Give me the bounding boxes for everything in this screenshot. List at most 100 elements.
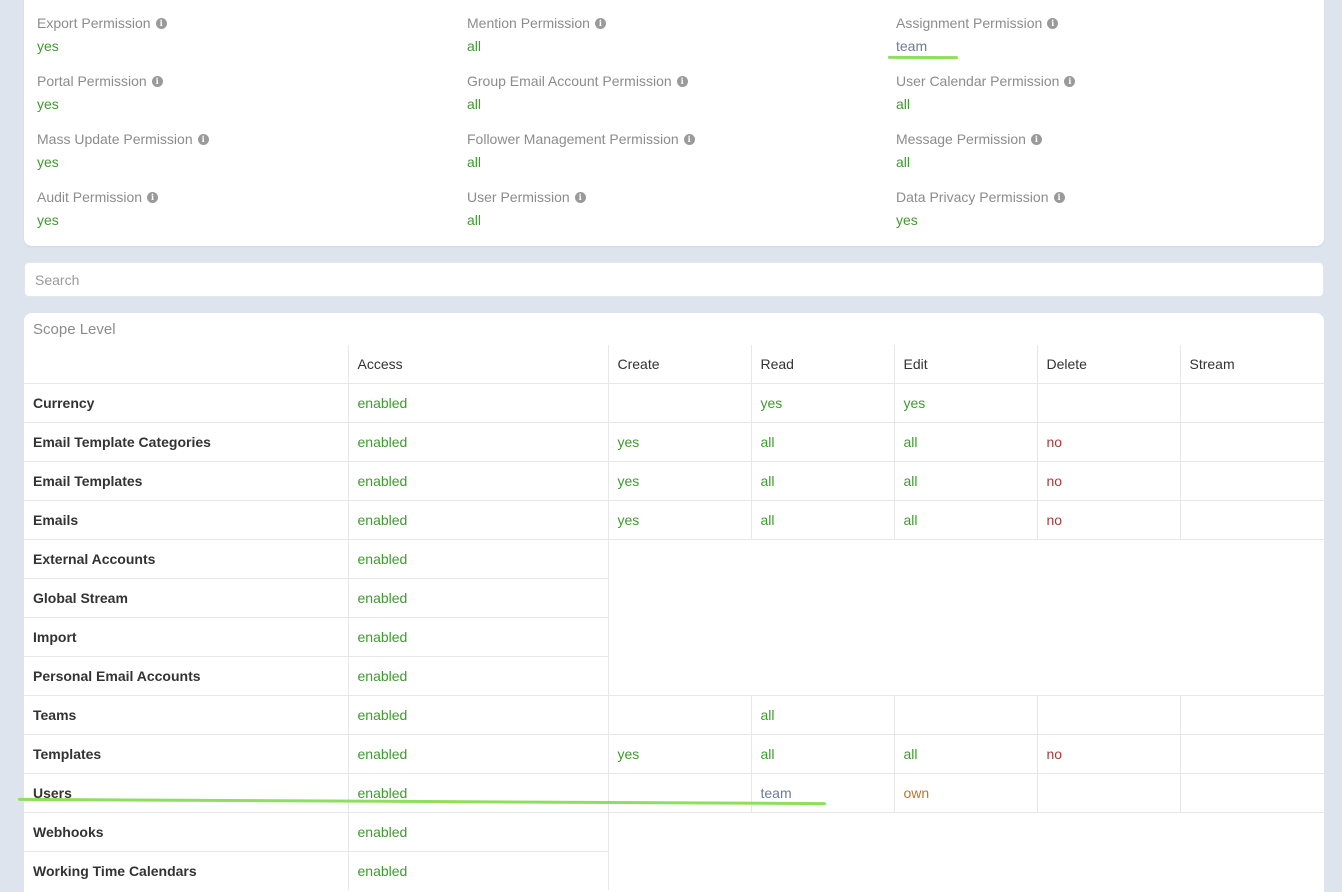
table-row: Teams enabled all (24, 694, 1324, 734)
delete-value (1036, 772, 1180, 812)
scope-name: Currency (24, 382, 348, 422)
stream-value (1179, 733, 1324, 773)
header-name (24, 345, 348, 384)
permission-label: Follower Management Permission i (467, 130, 695, 148)
permission-value: all (467, 96, 482, 112)
permission-value: all (467, 212, 482, 228)
table-row: Templates enabled yes all all no (24, 733, 1324, 773)
scope-level-title: Scope Level (33, 321, 116, 338)
create-value (607, 772, 751, 812)
permission-field: Export Permission i yes (37, 14, 167, 56)
access-value: enabled (347, 850, 608, 890)
scope-name: Working Time Calendars (24, 850, 348, 890)
permission-label-text: User Permission (467, 189, 570, 205)
search-input[interactable] (25, 263, 1323, 296)
info-icon[interactable]: i (151, 75, 163, 87)
info-icon[interactable]: i (1053, 191, 1065, 203)
scope-name: Teams (24, 694, 348, 734)
access-value: enabled (347, 421, 608, 461)
access-value: enabled (347, 772, 608, 812)
info-icon[interactable]: i (1030, 133, 1042, 145)
read-value: all (750, 460, 894, 500)
info-icon[interactable]: i (155, 17, 167, 29)
create-value (607, 694, 751, 734)
empty-permissions-area (607, 538, 1324, 695)
permission-value: yes (37, 96, 59, 112)
permission-field: Mention Permission i all (467, 14, 606, 56)
read-value: all (750, 499, 894, 539)
search-field[interactable] (24, 262, 1324, 297)
permission-field: Assignment Permission i team (896, 14, 1059, 56)
table-row: External Accounts enabled (24, 538, 1324, 695)
create-value: yes (607, 499, 751, 539)
stream-value (1179, 382, 1324, 422)
permission-field: User Permission i all (467, 188, 586, 230)
permission-label-text: Group Email Account Permission (467, 73, 672, 89)
permission-field: Data Privacy Permission i yes (896, 188, 1065, 230)
table-row: Users enabled team own (24, 772, 1324, 812)
scope-name: Users (24, 772, 348, 812)
info-icon[interactable]: i (147, 191, 159, 203)
permission-label-text: Audit Permission (37, 189, 143, 205)
info-icon[interactable]: i (197, 133, 209, 145)
permission-value: all (896, 96, 911, 112)
edit-value: all (893, 733, 1037, 773)
permission-value: all (896, 154, 911, 170)
permission-label-text: Data Privacy Permission (896, 189, 1049, 205)
permission-label-text: Follower Management Permission (467, 131, 679, 147)
permission-field: Follower Management Permission i all (467, 130, 695, 172)
scope-name: Import (24, 616, 348, 656)
delete-value (1036, 382, 1180, 422)
stream-value (1179, 694, 1324, 734)
scope-name: Personal Email Accounts (24, 655, 348, 695)
info-icon[interactable]: i (594, 17, 606, 29)
permission-label-text: Portal Permission (37, 73, 147, 89)
permission-field: User Calendar Permission i all (896, 72, 1076, 114)
table-row: Email Templates enabled yes all all no (24, 460, 1324, 500)
permission-label-text: Mass Update Permission (37, 131, 193, 147)
scope-table: Access Create Read Edit Delete Stream Cu… (24, 345, 1324, 890)
scope-name: Email Templates (24, 460, 348, 500)
access-value: enabled (347, 577, 608, 617)
info-icon[interactable]: i (1064, 75, 1076, 87)
scope-name: Webhooks (24, 811, 348, 851)
permission-label: Mass Update Permission i (37, 130, 209, 148)
scope-name: Email Template Categories (24, 421, 348, 461)
delete-value: no (1036, 460, 1180, 500)
access-value: enabled (347, 811, 608, 851)
highlight-underline-assignment (887, 55, 959, 60)
info-icon[interactable]: i (683, 133, 695, 145)
permission-label: Message Permission i (896, 130, 1042, 148)
permission-field: Audit Permission i yes (37, 188, 159, 230)
scope-name: External Accounts (24, 538, 348, 578)
permission-field: Group Email Account Permission i all (467, 72, 688, 114)
edit-value: own (893, 772, 1037, 812)
info-icon[interactable]: i (574, 191, 586, 203)
stream-value (1179, 772, 1324, 812)
access-value: enabled (347, 616, 608, 656)
create-value: yes (607, 421, 751, 461)
permission-label: Assignment Permission i (896, 14, 1059, 32)
header-read: Read (750, 345, 894, 384)
edit-value (893, 694, 1037, 734)
permission-value: team (896, 38, 928, 54)
permission-value: yes (37, 154, 59, 170)
header-create: Create (607, 345, 751, 384)
permission-label: Portal Permission i (37, 72, 163, 90)
create-value: yes (607, 733, 751, 773)
stream-value (1179, 460, 1324, 500)
table-row: Webhooks enabled (24, 811, 1324, 890)
info-icon[interactable]: i (676, 75, 688, 87)
permission-label: Data Privacy Permission i (896, 188, 1065, 206)
permission-label-text: User Calendar Permission (896, 73, 1060, 89)
read-value: team (750, 772, 894, 812)
permission-label: Audit Permission i (37, 188, 159, 206)
read-value: yes (750, 382, 894, 422)
scope-header-row: Access Create Read Edit Delete Stream (24, 345, 1324, 384)
access-value: enabled (347, 655, 608, 695)
access-value: enabled (347, 694, 608, 734)
access-value: enabled (347, 733, 608, 773)
info-icon[interactable]: i (1047, 17, 1059, 29)
permission-value: all (467, 154, 482, 170)
read-value: all (750, 733, 894, 773)
